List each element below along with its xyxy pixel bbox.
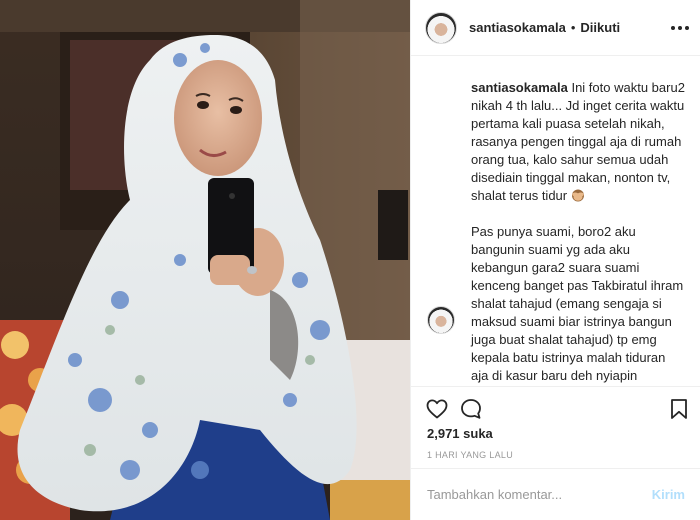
comment-icon[interactable] bbox=[459, 397, 483, 421]
post-photo[interactable] bbox=[0, 0, 410, 520]
comment-input[interactable] bbox=[427, 487, 652, 502]
photo-illustration bbox=[0, 0, 410, 520]
header-separator: • bbox=[570, 20, 576, 35]
caption-paragraph-1: santiasokamala Ini foto waktu baru2 nika… bbox=[471, 79, 685, 205]
post-timestamp[interactable]: 1 HARI YANG LALU bbox=[427, 450, 513, 460]
post-header: santiasokamala • Diikuti bbox=[411, 0, 700, 56]
more-options-icon[interactable] bbox=[671, 19, 689, 37]
profile-avatar[interactable] bbox=[425, 11, 457, 44]
see-no-evil-monkey-icon bbox=[571, 189, 584, 202]
caption-text-1: Ini foto waktu baru2 nikah 4 th lalu... … bbox=[471, 80, 685, 203]
post-comment-button[interactable]: Kirim bbox=[652, 487, 685, 502]
bookmark-icon[interactable] bbox=[667, 397, 691, 421]
comment-avatar[interactable] bbox=[427, 306, 455, 334]
post-details-panel: santiasokamala • Diikuti santiasokamala … bbox=[410, 0, 700, 520]
follow-status-button[interactable]: Diikuti bbox=[580, 20, 620, 35]
header-username[interactable]: santiasokamala bbox=[469, 20, 566, 35]
caption-username[interactable]: santiasokamala bbox=[471, 80, 568, 95]
comments-list[interactable]: santiasokamala Ini foto waktu baru2 nika… bbox=[411, 57, 700, 385]
add-comment-section: Kirim bbox=[411, 468, 700, 520]
likes-count[interactable]: 2,971 suka bbox=[427, 426, 493, 441]
caption-paragraph-2: Pas punya suami, boro2 aku bangunin suam… bbox=[471, 224, 684, 383]
heart-icon[interactable] bbox=[425, 397, 449, 421]
